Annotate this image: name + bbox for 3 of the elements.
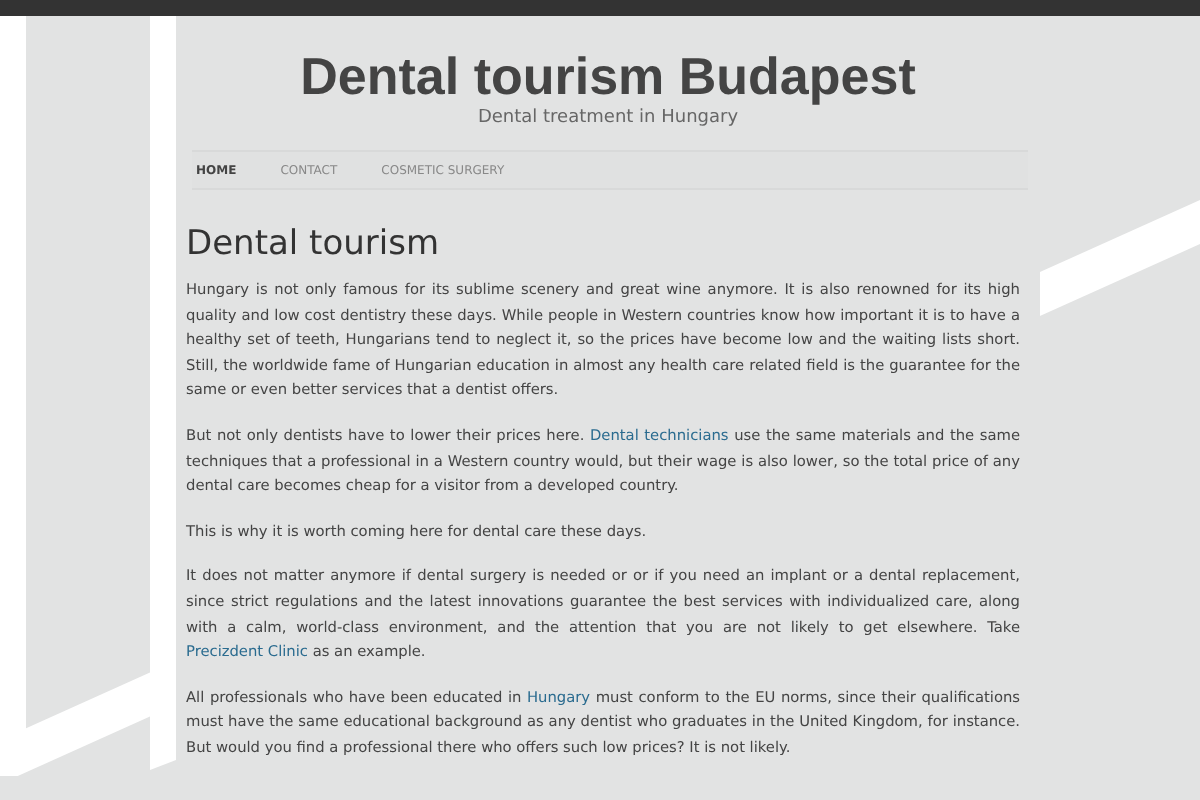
article-heading: Dental tourism — [186, 224, 442, 264]
site-title: Dental tourism Budapest — [300, 48, 916, 104]
site-tagline: Dental treatment in Hungary — [477, 106, 739, 130]
